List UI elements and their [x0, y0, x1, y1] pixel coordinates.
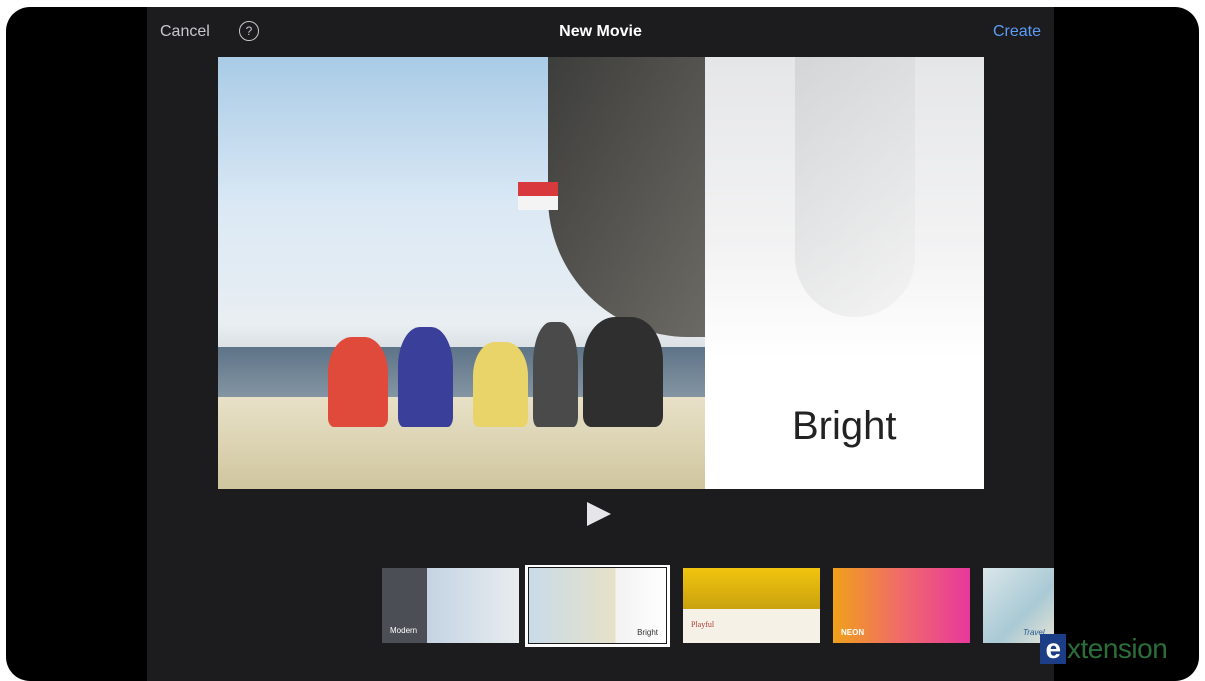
theme-thumb-modern[interactable]: Modern: [382, 568, 519, 643]
theme-thumb-travel[interactable]: Travel: [983, 568, 1054, 643]
theme-thumb-label: Bright: [637, 628, 658, 637]
flag-lower: [518, 196, 558, 210]
imovie-new-movie-screen: Cancel ? New Movie Create Bright Modern …: [147, 7, 1054, 681]
theme-thumb-neon[interactable]: NEON: [833, 568, 970, 643]
rope: [795, 57, 915, 317]
person: [398, 327, 453, 427]
theme-picker: Modern Bright Playful NEON Travel: [147, 565, 1054, 647]
create-button[interactable]: Create: [993, 23, 1041, 41]
theme-title-panel: Bright: [705, 57, 984, 489]
play-icon[interactable]: [587, 502, 611, 526]
theme-thumb-bright[interactable]: Bright: [525, 565, 670, 647]
theme-title-text: Bright: [792, 404, 897, 448]
person: [533, 322, 578, 427]
extension-watermark: e xtension: [1040, 633, 1168, 665]
page-title: New Movie: [559, 23, 642, 40]
theme-preview[interactable]: Bright: [218, 57, 984, 489]
person: [473, 342, 528, 427]
theme-thumb-playful[interactable]: Playful: [683, 568, 820, 643]
person: [328, 337, 388, 427]
brand-logo-text: xtension: [1067, 633, 1168, 664]
preview-photo: [218, 57, 708, 489]
people-group: [328, 287, 698, 427]
brand-logo-letter: e: [1040, 634, 1066, 664]
flag: [518, 182, 558, 196]
device-frame: Cancel ? New Movie Create Bright Modern …: [6, 7, 1199, 681]
person: [583, 317, 663, 427]
theme-thumb-label: NEON: [841, 628, 865, 637]
theme-thumb-label: Modern: [390, 626, 418, 635]
theme-thumb-label: Playful: [691, 620, 715, 629]
top-bar: Cancel ? New Movie Create: [147, 7, 1054, 57]
